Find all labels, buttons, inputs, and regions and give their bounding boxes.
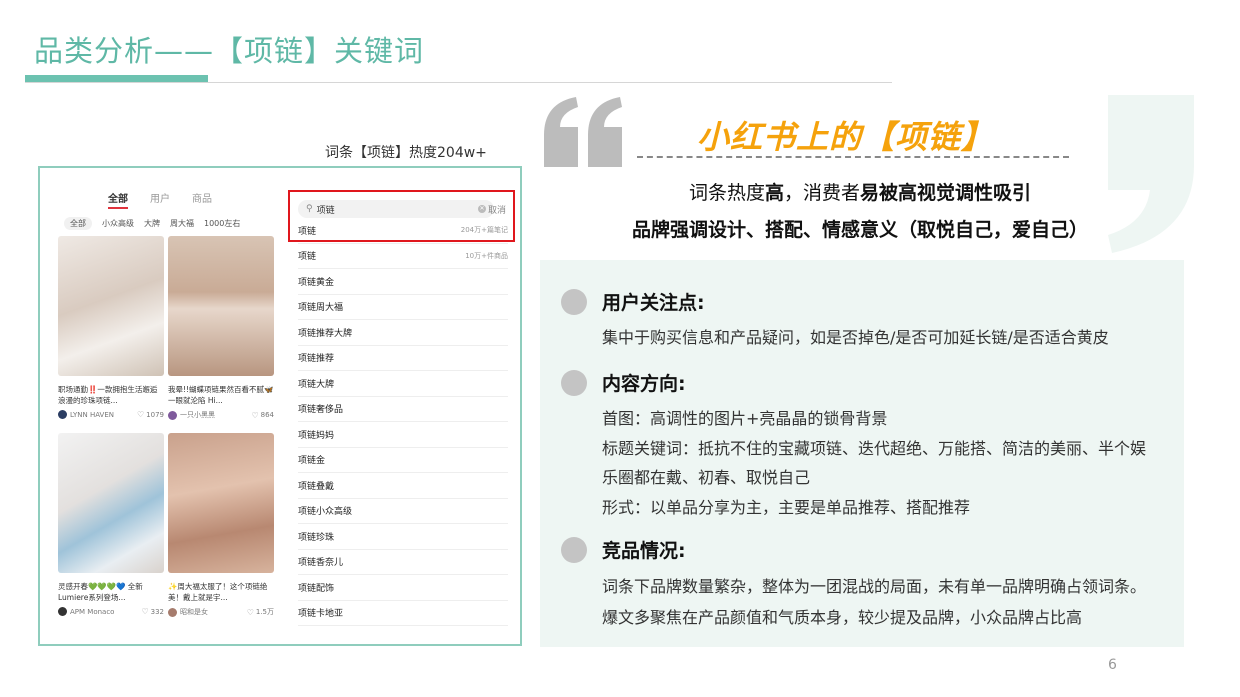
suggestion-item[interactable]: 项链推荐 <box>298 346 508 371</box>
avatar <box>168 607 177 617</box>
headline-dashed-line <box>637 156 1069 158</box>
quote-open-icon <box>544 97 622 167</box>
suggestion-item[interactable]: 项链推荐大牌 <box>298 320 508 346</box>
like-count: 864 <box>260 411 274 419</box>
headline-line-1: 词条热度高，消费者易被高视觉调性吸引 <box>0 178 1240 205</box>
suggestion-count: 10万+件商品 <box>465 251 508 260</box>
suggestion-text: 项链珍珠 <box>298 532 335 543</box>
section-heading-user-focus: 用户关注点: <box>602 292 705 314</box>
suggestion-item[interactable]: 项链大牌 <box>298 371 508 397</box>
like-count: 332 <box>150 607 164 616</box>
note-cover-image <box>58 236 164 376</box>
title-divider <box>25 82 892 83</box>
page-number: 6 <box>1108 657 1117 673</box>
section-text: 乐圈都在戴、初春、取悦自己 <box>602 468 811 487</box>
headline-line-1-part: 词条热度 <box>688 182 765 204</box>
heart-icon[interactable]: ♡ <box>137 410 144 419</box>
suggestion-item[interactable]: 项链妈妈 <box>298 422 508 448</box>
note-cover-image <box>58 433 164 573</box>
headline-title: 小红书上的【项链】 <box>697 118 995 156</box>
suggestion-text: 项链推荐 <box>298 354 335 365</box>
like-count: 1.5万 <box>255 608 274 616</box>
suggestion-text: 项链大牌 <box>298 379 335 390</box>
like-count: 1079 <box>146 410 164 419</box>
section-bullet <box>561 370 587 396</box>
note-author: LYNN HAVEN <box>70 410 114 419</box>
section-text: 集中于购买信息和产品疑问，如是否掉色/是否可加延长链/是否适合黄皮 <box>602 328 1109 347</box>
headline-line-2: 品牌强调设计、搭配、情感意义（取悦自己，爱自己） <box>631 219 1088 241</box>
avatar <box>58 410 67 419</box>
suggestion-text: 项链叠戴 <box>298 481 335 492</box>
note-card[interactable]: ✨周大福太服了！这个项链绝美！戴上就是宇... 昭和是女 ♡ 1.5万 <box>168 433 274 617</box>
note-card[interactable]: 职场通勤‼️一款拥抱生活邂逅浪漫的珍珠项链... LYNN HAVEN ♡ 107… <box>58 236 164 419</box>
note-cover-image <box>168 236 274 376</box>
note-title: ✨周大福太服了！这个项链绝美！戴上就是宇... <box>168 582 268 602</box>
note-card[interactable]: 灵感开春💚💚💚💙 全新Lumiere系列登场... APM Monaco ♡ 33… <box>58 433 164 616</box>
suggestion-text: 项链金 <box>298 456 326 467</box>
suggestion-text: 项链配饰 <box>298 583 335 594</box>
suggestion-item[interactable]: 项链金 <box>298 448 508 473</box>
suggestion-item[interactable]: 项链小众高级 <box>298 499 508 524</box>
note-title: 灵感开春💚💚💚💙 全新Lumiere系列登场... <box>58 582 143 602</box>
suggestion-text: 项链小众高级 <box>298 507 353 518</box>
avatar <box>58 607 67 616</box>
slide-title: 品类分析——【项链】关键词 <box>34 34 425 68</box>
suggestion-item[interactable]: 项链香奈儿 <box>298 550 508 575</box>
note-author: APM Monaco <box>70 607 115 616</box>
suggestion-text: 项链 <box>298 252 317 263</box>
section-heading-content-direction: 内容方向: <box>602 373 686 395</box>
section-text: 爆文多聚焦在产品颜值和气质本身，较少提及品牌，小众品牌占比高 <box>602 608 1083 627</box>
heart-icon[interactable]: ♡ <box>247 608 254 617</box>
suggestion-text: 项链香奈儿 <box>298 558 344 569</box>
section-bullet <box>561 537 587 563</box>
headline-line-1-part: 易被高视觉调性吸引 <box>860 182 1032 204</box>
note-card[interactable]: 我晕!!蝴蝶项链果然百看不腻🦋一眼就沦陷 Hi... 一只小黑黑 ♡ 864 <box>168 236 274 420</box>
section-bullet <box>561 289 587 315</box>
suggestion-text: 项链卡地亚 <box>298 609 344 620</box>
section-heading-competition: 竞品情况: <box>602 540 686 562</box>
note-title: 我晕!!蝴蝶项链果然百看不腻🦋一眼就沦陷 Hi... <box>168 385 274 405</box>
note-author: 一只小黑黑 <box>180 411 215 419</box>
suggestion-item[interactable]: 项链叠戴 <box>298 473 508 499</box>
suggestion-item[interactable]: 项链卡地亚 <box>298 601 508 626</box>
suggestion-item[interactable]: 项链配饰 <box>298 575 508 601</box>
section-text: 词条下品牌数量繁杂，整体为一团混战的局面，未有单一品牌明确占领词条。 <box>602 577 1147 596</box>
suggestion-text: 项链妈妈 <box>298 430 335 441</box>
section-text: 形式：以单品分享为主，主要是单品推荐、搭配推荐 <box>602 498 971 517</box>
section-text: 标题关键词：抵抗不住的宝藏项链、迭代超绝、万能搭、简洁的美丽、半个娱 <box>602 439 1147 458</box>
heart-icon[interactable]: ♡ <box>141 607 148 616</box>
heart-icon[interactable]: ♡ <box>251 411 258 420</box>
suggestion-item[interactable]: 项链黄金 <box>298 269 508 295</box>
suggestion-item[interactable]: 项链 10万+件商品 <box>298 244 508 269</box>
section-text: 首图：高调性的图片+亮晶晶的锁骨背景 <box>602 409 888 428</box>
screenshot-caption: 词条【项链】热度204w+ <box>325 145 487 161</box>
suggestion-item[interactable]: 项链奢侈品 <box>298 397 508 422</box>
suggestion-text: 项链黄金 <box>298 277 335 288</box>
headline-line-1-part: ，消费者 <box>784 182 861 204</box>
suggestion-text: 项链周大福 <box>298 303 344 314</box>
suggestion-item[interactable]: 项链珍珠 <box>298 524 508 550</box>
note-cover-image <box>168 433 274 573</box>
avatar <box>168 410 177 420</box>
suggestion-text: 项链推荐大牌 <box>298 328 353 339</box>
note-author: 昭和是女 <box>180 608 208 616</box>
headline-line-1-part: 高 <box>764 182 784 204</box>
note-title: 职场通勤‼️一款拥抱生活邂逅浪漫的珍珠项链... <box>58 385 158 405</box>
suggestion-text: 项链奢侈品 <box>298 405 344 416</box>
suggestion-item[interactable]: 项链周大福 <box>298 295 508 320</box>
